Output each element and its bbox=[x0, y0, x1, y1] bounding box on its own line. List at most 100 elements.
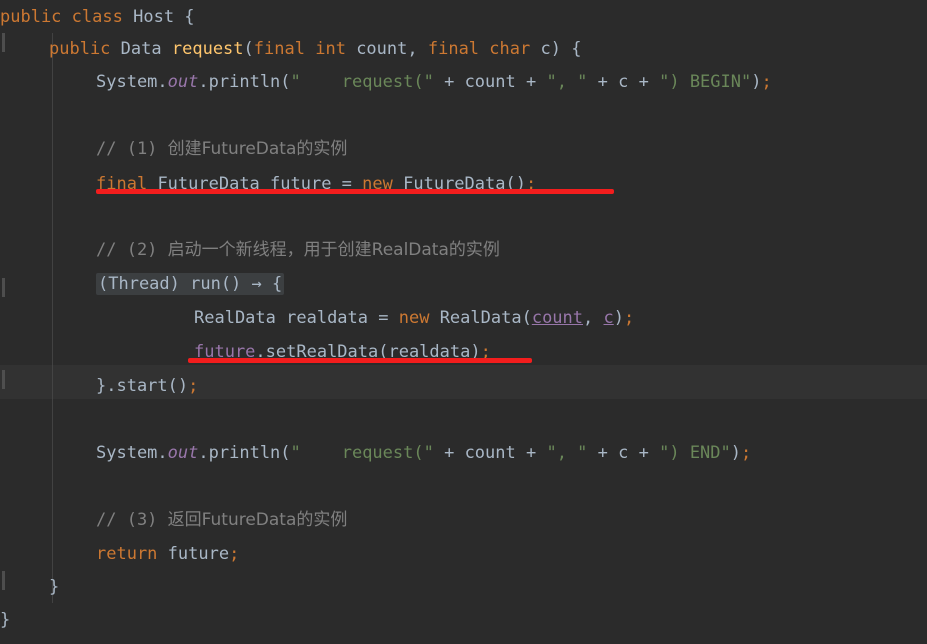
token: class bbox=[71, 7, 123, 27]
token: return bbox=[96, 544, 158, 564]
token: public bbox=[0, 7, 62, 27]
line-content: } bbox=[49, 577, 59, 597]
token: { bbox=[174, 7, 195, 27]
token: + bbox=[587, 443, 619, 463]
token: Data bbox=[120, 39, 162, 59]
token: " request(" bbox=[290, 443, 434, 463]
token: } bbox=[49, 577, 60, 597]
token: . bbox=[198, 72, 209, 92]
token: ; bbox=[741, 443, 752, 463]
token: ; bbox=[229, 544, 240, 564]
token: final bbox=[427, 39, 480, 59]
token: + bbox=[628, 72, 660, 92]
token: System bbox=[96, 443, 158, 463]
line-content: System.out.println(" request(" + count +… bbox=[96, 72, 772, 92]
token: + bbox=[587, 72, 619, 92]
token: int bbox=[315, 39, 346, 59]
line-comment-3[interactable]: // (3) 返回FutureData的实例 bbox=[0, 503, 347, 538]
token: RealData bbox=[439, 308, 522, 328]
line-new-realdata[interactable]: RealData realdata = new RealData(count, … bbox=[0, 301, 634, 336]
line-content: RealData realdata = new RealData(count, … bbox=[194, 308, 634, 328]
token: count bbox=[464, 443, 516, 463]
token: , bbox=[407, 39, 428, 59]
token: ) bbox=[751, 72, 762, 92]
line-content: System.out.println(" request(" + count +… bbox=[96, 443, 751, 463]
token: new bbox=[398, 308, 430, 328]
token: // (1) bbox=[96, 139, 168, 159]
token: ", " bbox=[546, 72, 588, 92]
token: ( bbox=[243, 39, 254, 59]
line-content: // (3) 返回FutureData的实例 bbox=[96, 510, 347, 530]
redline-futuredata-instantiation bbox=[96, 189, 614, 194]
line-println-begin[interactable]: System.out.println(" request(" + count +… bbox=[0, 65, 772, 100]
line-content: // (1) 创建FutureData的实例 bbox=[96, 139, 347, 159]
line-method-signature[interactable]: public Data request(final int count, fin… bbox=[0, 32, 581, 67]
token: RealData bbox=[194, 308, 276, 328]
token: c bbox=[618, 72, 629, 92]
token: . bbox=[157, 443, 168, 463]
line-content: public class Host { bbox=[0, 7, 195, 27]
token: out bbox=[167, 72, 199, 92]
token: c bbox=[540, 39, 551, 59]
token: ) { bbox=[550, 39, 582, 59]
token: count bbox=[356, 39, 408, 59]
token: ; bbox=[188, 376, 199, 396]
token: System bbox=[96, 72, 158, 92]
token: // (3) bbox=[96, 510, 168, 530]
line-comment-2[interactable]: // (2) 启动一个新线程，用于创建RealData的实例 bbox=[0, 233, 500, 268]
token: 启动一个新线程，用于创建RealData的实例 bbox=[167, 240, 500, 260]
line-new-futuredata[interactable]: final FutureData future = new FutureData… bbox=[0, 167, 536, 202]
token: ) bbox=[613, 308, 624, 328]
folded-lambda-placeholder[interactable]: (Thread) run() → { bbox=[96, 273, 285, 295]
line-thread-lambda-folded[interactable]: (Thread) run() → { bbox=[0, 267, 285, 302]
token: char bbox=[489, 39, 531, 59]
line-close-method-brace[interactable]: } bbox=[0, 570, 59, 605]
token: 返回FutureData的实例 bbox=[167, 510, 348, 530]
token: ( bbox=[280, 72, 291, 92]
token: c bbox=[603, 308, 614, 328]
token: (Thread) run() → { bbox=[98, 274, 283, 294]
line-content: // (2) 启动一个新线程，用于创建RealData的实例 bbox=[96, 240, 500, 260]
token: + bbox=[515, 72, 547, 92]
line-content: public Data request(final int count, fin… bbox=[49, 39, 581, 59]
line-start-call[interactable]: }.start(); bbox=[0, 369, 198, 404]
token: println bbox=[208, 72, 281, 92]
token: " request(" bbox=[290, 72, 434, 92]
token: ; bbox=[624, 308, 635, 328]
token: c bbox=[618, 443, 629, 463]
line-class-decl[interactable]: public class Host { bbox=[0, 0, 195, 35]
line-setrealdata[interactable]: future.setRealData(realdata); bbox=[0, 335, 491, 370]
token: println bbox=[208, 443, 281, 463]
token: ", " bbox=[546, 443, 588, 463]
token: count bbox=[531, 308, 584, 328]
token: out bbox=[167, 443, 199, 463]
token: ; bbox=[761, 72, 772, 92]
line-comment-1[interactable]: // (1) 创建FutureData的实例 bbox=[0, 132, 347, 167]
token: + bbox=[433, 443, 465, 463]
token: } bbox=[0, 610, 11, 630]
code-editor-viewport[interactable]: public class Host {public Data request(f… bbox=[0, 0, 927, 644]
token: . bbox=[157, 72, 168, 92]
token: Host bbox=[133, 7, 175, 27]
token: final bbox=[253, 39, 305, 59]
token: request bbox=[171, 39, 244, 59]
token: public bbox=[49, 39, 111, 59]
line-return-future[interactable]: return future; bbox=[0, 537, 239, 572]
token: 创建FutureData的实例 bbox=[167, 139, 348, 159]
line-content: }.start(); bbox=[96, 376, 198, 396]
token: + bbox=[628, 443, 660, 463]
line-content: } bbox=[0, 610, 10, 630]
token: + bbox=[515, 443, 547, 463]
token: , bbox=[583, 308, 604, 328]
line-println-end[interactable]: System.out.println(" request(" + count +… bbox=[0, 436, 751, 471]
line-close-class-brace[interactable]: } bbox=[0, 603, 10, 638]
token: // (2) bbox=[96, 240, 168, 260]
